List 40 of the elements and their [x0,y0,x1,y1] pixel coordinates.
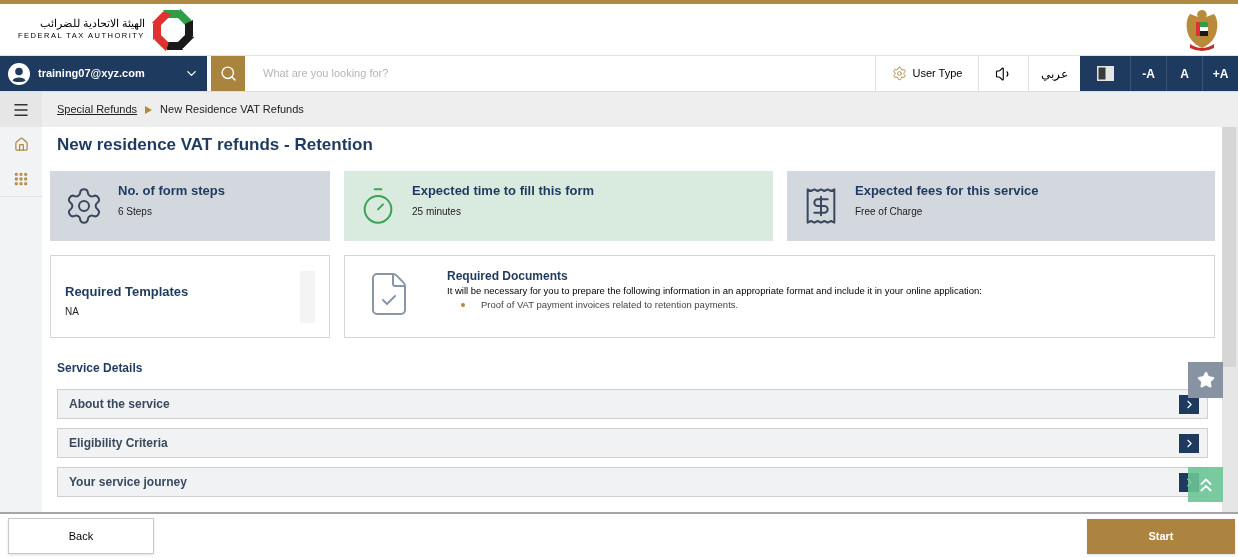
section-heading: Service Details [57,360,144,377]
avatar-icon [8,62,30,85]
templates-title: Required Templates [65,282,189,301]
card-title: No. of form steps [118,182,225,201]
accordion-header[interactable]: About the service [57,389,1208,419]
card-value: Free of Charge [855,204,924,219]
favorite-button[interactable] [1188,362,1223,398]
emblem-icon [1184,7,1220,52]
font-size-button[interactable]: +A [1202,56,1238,91]
bullet-icon [461,303,465,307]
font-size-button[interactable]: -A [1130,56,1166,91]
templates-value: NA [65,305,80,320]
card-title: Expected time to fill this form [412,182,595,201]
gear-icon [891,66,907,81]
star-icon [1196,371,1215,389]
documents-intro: It will be necessary for you to prepare the following information in an appropriate format and include it in your online application: [447,284,982,298]
contrast-button[interactable] [1080,56,1130,91]
home-icon [13,137,29,152]
card-value: 25 minutes [412,204,462,219]
search-icon [219,65,237,82]
card-title: Expected fees for this service [855,182,1039,201]
user-dropdown[interactable]: training07@xyz.com [0,56,207,91]
breadcrumb-link[interactable]: Special Refunds [57,101,138,118]
grid-icon [13,171,29,187]
menu-button[interactable] [0,92,42,127]
document-item: Proof of VAT payment invoices related to retention payments. [481,298,739,312]
documents-title: Required Documents [447,268,569,284]
accordion-header[interactable]: Eligibility Criteria [57,428,1208,458]
search-button[interactable] [211,56,245,91]
user-type-button[interactable]: User Type [875,56,978,91]
breadcrumb-current: New Residence VAT Refunds [160,102,304,118]
back-button[interactable]: Back [8,518,154,554]
card-value: 6 Steps [118,204,153,219]
contrast-icon [1096,66,1114,81]
page-title: New residence VAT refunds - Retention [57,135,374,155]
scroll-top-button[interactable] [1188,467,1223,502]
font-size-button[interactable]: A [1166,56,1202,91]
search-field[interactable]: What are you looking for? [245,56,875,91]
logo-arabic-text: الهيئة الاتحادية للضرائب [39,17,145,30]
separator-icon [145,105,153,114]
